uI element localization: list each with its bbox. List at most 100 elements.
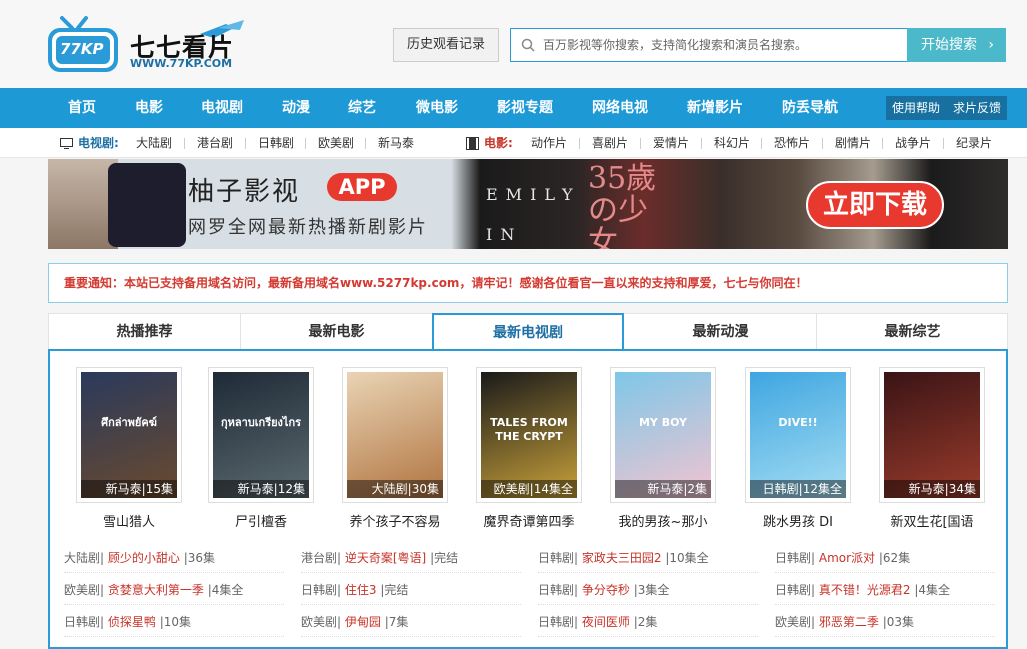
show-card[interactable]: 大陆剧|30集养个孩子不容易	[342, 367, 448, 530]
list-item[interactable]: 港台剧| 逆天奇案[粤语] |完结	[301, 543, 521, 573]
nav-backup-links[interactable]: 防丢导航	[782, 88, 838, 128]
list-item-title[interactable]: 贪婪意大利第一季	[108, 583, 204, 597]
nav-variety[interactable]: 综艺	[348, 88, 376, 128]
list-item[interactable]: 欧美剧| 伊甸园 |7集	[301, 607, 521, 637]
search-button[interactable]: 开始搜索 ›	[907, 28, 1006, 62]
poster-frame[interactable]: MY BOY 新马泰|2集	[610, 367, 716, 503]
poster-image[interactable]: กุหลาบเกรียงไกร 新马泰|12集	[213, 372, 309, 498]
site-logo[interactable]: 77KP 七七看片 WWW.77KP.COM	[48, 14, 278, 74]
list-item-title[interactable]: 真不错！光源君2	[819, 583, 911, 597]
list-item-title[interactable]: 逆天奇案[粤语]	[345, 551, 426, 565]
show-card[interactable]: 新马泰|34集新双生花[国语	[879, 367, 985, 530]
subnav-scifi[interactable]: 科幻片	[714, 128, 750, 158]
list-item-category[interactable]: 欧美剧	[301, 615, 337, 629]
list-item-title[interactable]: 夜间医师	[582, 615, 630, 629]
list-item-category[interactable]: 港台剧	[301, 551, 337, 565]
poster-frame[interactable]: DIVE!! 日韩剧|12集全	[745, 367, 851, 503]
nav-home[interactable]: 首页	[68, 88, 96, 128]
list-item-category[interactable]: 日韩剧	[538, 583, 574, 597]
list-item[interactable]: 欧美剧| 邪恶第二季 |03集	[775, 607, 995, 637]
nav-micro-film[interactable]: 微电影	[416, 88, 458, 128]
list-item-title[interactable]: 争分夺秒	[582, 583, 630, 597]
show-title[interactable]: 雪山猎人	[76, 511, 182, 530]
list-item-title[interactable]: Amor派对	[819, 551, 875, 565]
list-item[interactable]: 日韩剧| 侦探星鸭 |10集	[64, 607, 284, 637]
list-item[interactable]: 日韩剧| Amor派对 |62集	[775, 543, 995, 573]
poster-image[interactable]: ศึกล่าพยัคฆ์ 新马泰|15集	[81, 372, 177, 498]
nav-anime[interactable]: 动漫	[282, 88, 310, 128]
show-title[interactable]: 新双生花[国语	[879, 511, 985, 530]
subnav-action[interactable]: 动作片	[531, 128, 567, 158]
subnav-war[interactable]: 战争片	[895, 128, 931, 158]
nav-new-releases[interactable]: 新增影片	[687, 88, 743, 128]
subnav-comedy[interactable]: 喜剧片	[592, 128, 628, 158]
list-item-category[interactable]: 日韩剧	[64, 615, 100, 629]
list-item-category[interactable]: 日韩剧	[775, 551, 811, 565]
subnav-documentary[interactable]: 纪录片	[956, 128, 992, 158]
list-item-category[interactable]: 欧美剧	[64, 583, 100, 597]
list-item[interactable]: 日韩剧| 争分夺秒 |3集全	[538, 575, 758, 605]
nav-movies[interactable]: 电影	[135, 88, 163, 128]
subnav-western[interactable]: 欧美剧	[318, 128, 354, 158]
poster-image[interactable]: TALES FROM THE CRYPT 欧美剧|14集全	[481, 372, 577, 498]
poster-image[interactable]: 新马泰|34集	[884, 372, 980, 498]
list-item-category[interactable]: 日韩剧	[538, 615, 574, 629]
subnav-jp-kr[interactable]: 日韩剧	[258, 128, 294, 158]
list-item[interactable]: 日韩剧| 住住3 |完结	[301, 575, 521, 605]
search-input[interactable]	[543, 29, 903, 61]
list-item-title[interactable]: 家政夫三田园2	[582, 551, 662, 565]
download-button[interactable]: 立即下载	[806, 181, 944, 229]
list-item[interactable]: 欧美剧| 贪婪意大利第一季 |4集全	[64, 575, 284, 605]
poster-image[interactable]: 大陆剧|30集	[347, 372, 443, 498]
subnav-mainland[interactable]: 大陆剧	[136, 128, 172, 158]
poster-frame[interactable]: TALES FROM THE CRYPT 欧美剧|14集全	[476, 367, 582, 503]
list-item-category[interactable]: 日韩剧	[775, 583, 811, 597]
list-item[interactable]: 日韩剧| 夜间医师 |2集	[538, 607, 758, 637]
tab-latest-anime[interactable]: 最新动漫	[625, 314, 817, 351]
list-item-title[interactable]: 伊甸园	[345, 615, 381, 629]
list-item[interactable]: 大陆剧| 顾少的小甜心 |36集	[64, 543, 284, 573]
list-item-category[interactable]: 日韩剧	[301, 583, 337, 597]
subnav-horror[interactable]: 恐怖片	[774, 128, 810, 158]
tab-latest-variety[interactable]: 最新综艺	[817, 314, 1008, 351]
show-title[interactable]: 尸引檀香	[208, 511, 314, 530]
poster-image[interactable]: DIVE!! 日韩剧|12集全	[750, 372, 846, 498]
show-title[interactable]: 养个孩子不容易	[342, 511, 448, 530]
subnav-sea[interactable]: 新马泰	[378, 128, 414, 158]
show-title[interactable]: 跳水男孩 DI	[745, 511, 851, 530]
tab-latest-movies[interactable]: 最新电影	[241, 314, 433, 351]
list-item-title[interactable]: 住住3	[345, 583, 377, 597]
list-item[interactable]: 日韩剧| 真不错！光源君2 |4集全	[775, 575, 995, 605]
nav-web-tv[interactable]: 网络电视	[592, 88, 648, 128]
nav-tv[interactable]: 电视剧	[201, 88, 243, 128]
nav-topics[interactable]: 影视专题	[497, 88, 553, 128]
subnav-drama[interactable]: 剧情片	[835, 128, 871, 158]
list-item-title[interactable]: 侦探星鸭	[108, 615, 156, 629]
show-card[interactable]: TALES FROM THE CRYPT 欧美剧|14集全魔界奇谭第四季	[476, 367, 582, 530]
subnav-hk-tw[interactable]: 港台剧	[197, 128, 233, 158]
app-promo-banner[interactable]: 柚子影视 APP 网罗全网最新热播新剧影片 EMILY IN 35歲の少女 立即…	[48, 159, 1008, 249]
list-item-category[interactable]: 欧美剧	[775, 615, 811, 629]
list-item-title[interactable]: 邪恶第二季	[819, 615, 879, 629]
tab-hot[interactable]: 热播推荐	[49, 314, 241, 351]
list-item-category[interactable]: 大陆剧	[64, 551, 100, 565]
show-title[interactable]: 魔界奇谭第四季	[476, 511, 582, 530]
poster-frame[interactable]: 大陆剧|30集	[342, 367, 448, 503]
feedback-link[interactable]: 求片反馈	[953, 96, 1001, 120]
list-item-category[interactable]: 日韩剧	[538, 551, 574, 565]
poster-frame[interactable]: ศึกล่าพยัคฆ์ 新马泰|15集	[76, 367, 182, 503]
show-card[interactable]: MY BOY 新马泰|2集我的男孩~那小	[610, 367, 716, 530]
show-title[interactable]: 我的男孩~那小	[610, 511, 716, 530]
show-card[interactable]: DIVE!! 日韩剧|12集全跳水男孩 DI	[745, 367, 851, 530]
poster-image[interactable]: MY BOY 新马泰|2集	[615, 372, 711, 498]
help-link[interactable]: 使用帮助	[892, 96, 940, 120]
poster-frame[interactable]: กุหลาบเกรียงไกร 新马泰|12集	[208, 367, 314, 503]
show-card[interactable]: ศึกล่าพยัคฆ์ 新马泰|15集雪山猎人	[76, 367, 182, 530]
tab-latest-tv[interactable]: 最新电视剧	[432, 313, 624, 353]
list-item[interactable]: 日韩剧| 家政夫三田园2 |10集全	[538, 543, 758, 573]
poster-frame[interactable]: 新马泰|34集	[879, 367, 985, 503]
history-button[interactable]: 历史观看记录	[393, 28, 499, 62]
subnav-romance[interactable]: 爱情片	[653, 128, 689, 158]
list-item-title[interactable]: 顾少的小甜心	[108, 551, 180, 565]
show-card[interactable]: กุหลาบเกรียงไกร 新马泰|12集尸引檀香	[208, 367, 314, 530]
